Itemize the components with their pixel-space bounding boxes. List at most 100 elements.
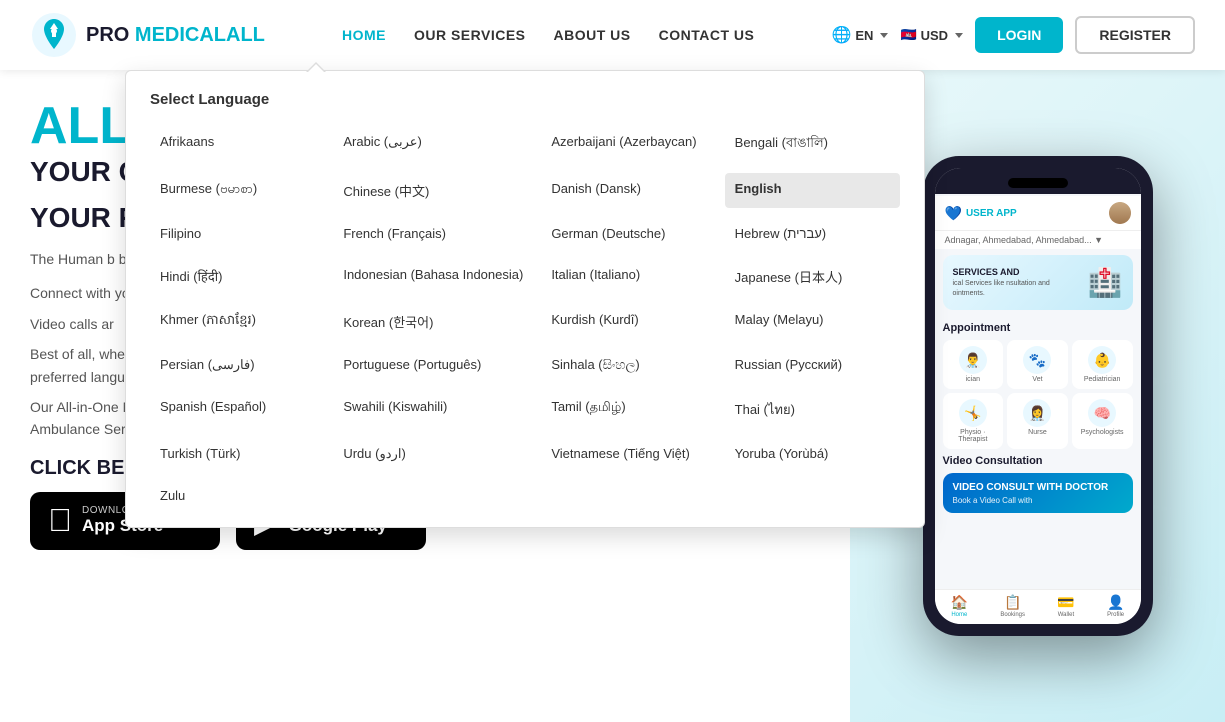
specialist-physician[interactable]: 👨‍⚕️ ician <box>943 340 1004 389</box>
appointment-section: Appointment 👨‍⚕️ ician 🐾 Vet <box>935 316 1141 451</box>
nav-our-services[interactable]: OUR SERVICES <box>414 27 526 43</box>
app-heart-icon: 💙 <box>945 205 962 222</box>
video-consult-card[interactable]: VIDEO CONSULT WITH DOCTOR Book a Video C… <box>943 473 1133 513</box>
currency-button[interactable]: 🇰🇭 USD <box>900 27 963 43</box>
register-button[interactable]: REGISTER <box>1075 16 1195 54</box>
lang-option-filipino[interactable]: Filipino <box>150 218 325 249</box>
lang-option-arabic[interactable]: Arabic (عربى) <box>333 126 533 163</box>
notch-pill <box>1008 178 1068 188</box>
bookings-nav-label: Bookings <box>1000 612 1025 618</box>
bottom-nav-bookings[interactable]: 📋 Bookings <box>1000 594 1025 618</box>
banner-icon: 🏥 <box>1088 266 1123 299</box>
physician-label: ician <box>966 376 980 383</box>
logo[interactable]: PRO MEDICALALL <box>30 11 265 59</box>
lang-option-bengali[interactable]: Bengali (বাঙালি) <box>725 126 900 163</box>
lang-option-turkish[interactable]: Turkish (Türk) <box>150 438 325 470</box>
lang-option-vietnamese[interactable]: Vietnamese (Tiếng Việt) <box>541 438 716 470</box>
lang-option-indonesian[interactable]: Indonesian (Bahasa Indonesia) <box>333 259 533 294</box>
specialist-psychologist[interactable]: 🧠 Psychologists <box>1072 393 1133 449</box>
lang-option-malay[interactable]: Malay (Melayu) <box>725 304 900 339</box>
bottom-nav-wallet[interactable]: 💳 Wallet <box>1057 594 1074 618</box>
banner-subtitle: ical Services like nsultation and ointme… <box>953 279 1080 299</box>
lang-option-sinhala[interactable]: Sinhala (සිංහල) <box>541 349 716 381</box>
logo-text: PRO MEDICALALL <box>86 24 265 47</box>
bottom-nav-home[interactable]: 🏠 Home <box>951 594 968 618</box>
lang-option-hindi[interactable]: Hindi (हिंदी) <box>150 259 325 294</box>
phone-bottom-nav: 🏠 Home 📋 Bookings 💳 Wallet <box>935 589 1141 624</box>
app-header-right <box>1109 202 1131 224</box>
specialist-pediatrician[interactable]: 👶 Pediatrician <box>1072 340 1133 389</box>
lang-option-danish[interactable]: Danish (Dansk) <box>541 173 716 208</box>
lang-option-urdu[interactable]: Urdu (اردو) <box>333 438 533 470</box>
banner-card: SERVICES AND ical Services like nsultati… <box>943 255 1133 310</box>
video-consult-section: Video Consultation VIDEO CONSULT WITH DO… <box>935 451 1141 517</box>
specialist-vet[interactable]: 🐾 Vet <box>1007 340 1068 389</box>
phone-app-content: 💙 USER APP Adnagar, Ahmedabad, <box>935 168 1141 624</box>
lang-option-yoruba[interactable]: Yoruba (Yorùbá) <box>725 438 900 470</box>
lang-option-russian[interactable]: Russian (Русский) <box>725 349 900 381</box>
lang-option-azerbaijani[interactable]: Azerbaijani (Azerbaycan) <box>541 126 716 163</box>
lang-option-burmese[interactable]: Burmese (ဗမာစာ) <box>150 173 325 208</box>
lang-option-khmer[interactable]: Khmer (ភាសាខ្មែរ) <box>150 304 325 339</box>
psychologist-icon: 🧠 <box>1088 399 1116 427</box>
pediatrician-label: Pediatrician <box>1084 376 1121 383</box>
bottom-nav-profile[interactable]: 👤 Profile <box>1107 594 1124 618</box>
lang-option-thai[interactable]: Thai (ไทย) <box>725 391 900 428</box>
lang-option-swahili[interactable]: Swahili (Kiswahili) <box>333 391 533 428</box>
home-nav-label: Home <box>951 612 967 618</box>
lang-option-portuguese[interactable]: Portuguese (Português) <box>333 349 533 381</box>
vet-icon: 🐾 <box>1023 346 1051 374</box>
pediatrician-icon: 👶 <box>1088 346 1116 374</box>
specialist-physio[interactable]: 🤸 Physio · Therapist <box>943 393 1004 449</box>
wallet-nav-label: Wallet <box>1058 612 1074 618</box>
dropdown-arrow-inner <box>307 64 325 73</box>
app-header-bar: 💙 USER APP <box>935 196 1141 230</box>
appointment-title: Appointment <box>943 322 1133 334</box>
lang-option-chinese[interactable]: Chinese (中文) <box>333 173 533 208</box>
physio-label: Physio · Therapist <box>947 429 1000 443</box>
phone-notch <box>935 168 1141 194</box>
logo-icon <box>30 11 78 59</box>
language-dropdown-title: Select Language <box>150 91 900 108</box>
nav-contact-us[interactable]: CONTACT US <box>659 27 755 43</box>
lang-option-english[interactable]: English <box>725 173 900 208</box>
profile-nav-label: Profile <box>1107 612 1124 618</box>
location-text: Adnagar, Ahmedabad, Ahmedabad... <box>945 235 1092 245</box>
lang-option-afrikaans[interactable]: Afrikaans <box>150 126 325 163</box>
location-bar: Adnagar, Ahmedabad, Ahmedabad... ▼ <box>935 230 1141 249</box>
main-nav: HOME OUR SERVICES ABOUT US CONTACT US <box>342 27 754 43</box>
lang-option-korean[interactable]: Korean (한국어) <box>333 304 533 339</box>
home-nav-icon: 🏠 <box>951 594 968 611</box>
bookings-nav-icon: 📋 <box>1004 594 1021 611</box>
physio-icon: 🤸 <box>959 399 987 427</box>
lang-option-japanese[interactable]: Japanese (日本人) <box>725 259 900 294</box>
lang-option-french[interactable]: French (Français) <box>333 218 533 249</box>
phone-screen: 💙 USER APP Adnagar, Ahmedabad, <box>935 168 1141 624</box>
globe-icon: 🌐 <box>831 25 851 45</box>
header: PRO MEDICALALL HOME OUR SERVICES ABOUT U… <box>0 0 1225 70</box>
lang-option-tamil[interactable]: Tamil (தமிழ்) <box>541 391 716 428</box>
banner-content: SERVICES AND ical Services like nsultati… <box>953 266 1080 298</box>
nav-about-us[interactable]: ABOUT US <box>554 27 631 43</box>
phone-device: 💙 USER APP Adnagar, Ahmedabad, <box>923 156 1153 636</box>
user-avatar <box>1109 202 1131 224</box>
flag-icon: 🇰🇭 <box>900 27 916 43</box>
lang-option-spanish[interactable]: Spanish (Español) <box>150 391 325 428</box>
banner-title: SERVICES AND ical Services like nsultati… <box>953 266 1080 298</box>
lang-option-hebrew[interactable]: Hebrew (עברית) <box>725 218 900 249</box>
lang-option-italian[interactable]: Italian (Italiano) <box>541 259 716 294</box>
lang-option-german[interactable]: German (Deutsche) <box>541 218 716 249</box>
nav-home[interactable]: HOME <box>342 27 386 43</box>
language-dropdown: Select Language AfrikaansArabic (عربى)Az… <box>125 70 925 528</box>
language-button[interactable]: 🌐 EN <box>831 25 888 45</box>
profile-nav-icon: 👤 <box>1107 594 1124 611</box>
video-card-title: VIDEO CONSULT WITH DOCTOR <box>953 481 1123 494</box>
vet-label: Vet <box>1032 376 1042 383</box>
header-right: 🌐 EN 🇰🇭 USD LOGIN REGISTER <box>831 16 1195 54</box>
lang-option-persian[interactable]: Persian (فارسی) <box>150 349 325 381</box>
login-button[interactable]: LOGIN <box>975 17 1063 53</box>
specialist-nurse[interactable]: 👩‍⚕️ Nurse <box>1007 393 1068 449</box>
lang-option-kurdish[interactable]: Kurdish (Kurdî) <box>541 304 716 339</box>
lang-option-zulu[interactable]: Zulu <box>150 480 325 511</box>
video-card-sub: Book a Video Call with <box>953 496 1123 505</box>
